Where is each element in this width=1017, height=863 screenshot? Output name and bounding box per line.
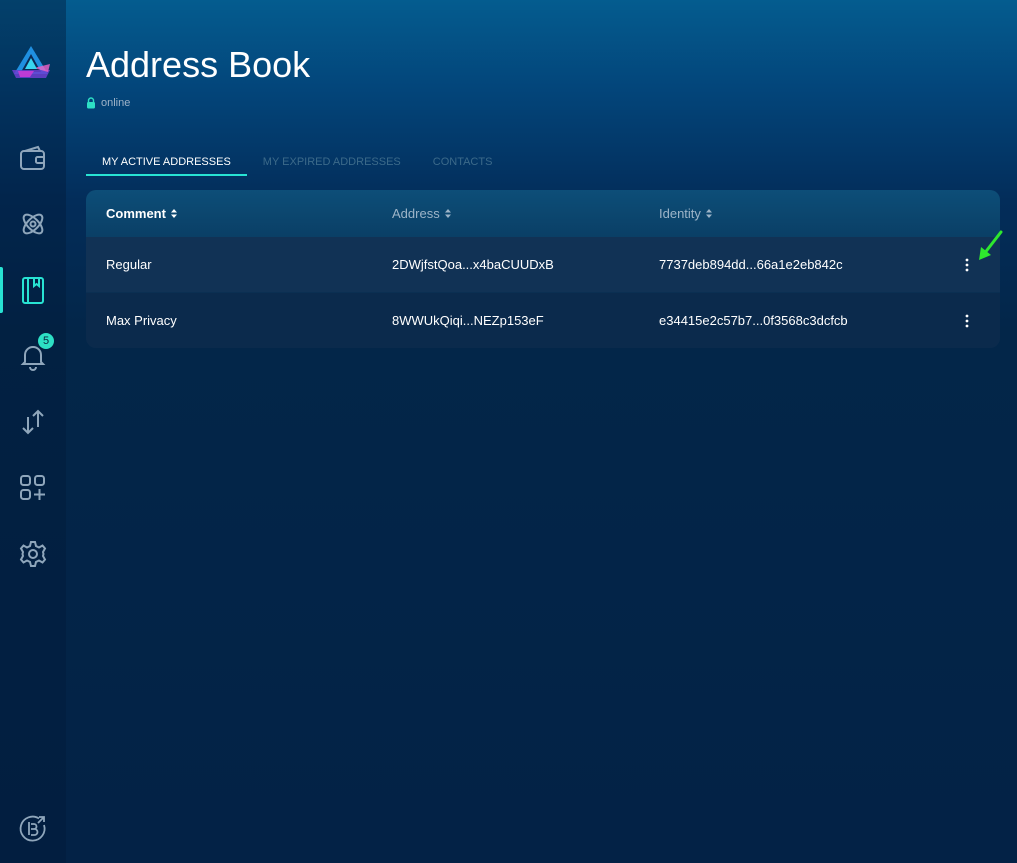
sort-icon — [444, 209, 451, 218]
comment-cell: Regular — [106, 257, 152, 272]
connection-status: online — [86, 97, 130, 109]
table-row[interactable]: Regular 2DWjfstQoa...x4baCUUDxB 7737deb8… — [86, 237, 1000, 292]
sidebar-item-notifications[interactable]: 5 — [0, 331, 66, 381]
tab-my-expired-addresses[interactable]: MY EXPIRED ADDRESSES — [247, 150, 417, 176]
identity-cell: 7737deb894dd...66a1e2eb842c — [659, 257, 843, 272]
tab-my-active-addresses[interactable]: MY ACTIVE ADDRESSES — [86, 150, 247, 176]
lock-icon — [87, 97, 95, 109]
sidebar: 5 — [0, 0, 66, 863]
sidebar-item-transfers[interactable] — [0, 397, 66, 447]
tab-contacts[interactable]: CONTACTS — [417, 150, 509, 176]
table-header: Comment Address Identity — [86, 190, 1000, 237]
sort-icon — [170, 209, 177, 218]
identity-cell: e34415e2c57b7...0f3568c3dcfcb — [659, 313, 848, 328]
notification-badge: 5 — [38, 333, 54, 349]
sidebar-item-wallet[interactable] — [0, 134, 66, 184]
sort-icon — [705, 209, 712, 218]
apps-plus-icon — [20, 475, 45, 500]
more-actions-button[interactable] — [960, 311, 974, 331]
gear-icon — [19, 541, 47, 567]
addresses-table: Comment Address Identity Regular 2DWjfst… — [86, 190, 1000, 348]
sidebar-item-settings[interactable] — [0, 529, 66, 579]
transfer-arrows-icon — [22, 409, 44, 435]
more-vertical-icon — [965, 258, 969, 272]
address-cell: 8WWUkQiqi...NEZp153eF — [392, 313, 544, 328]
address-cell: 2DWjfstQoa...x4baCUUDxB — [392, 257, 554, 272]
column-header-label: Identity — [659, 206, 701, 221]
column-header-address[interactable]: Address — [392, 206, 451, 221]
column-header-comment[interactable]: Comment — [106, 206, 177, 221]
beam-logo-icon[interactable] — [10, 44, 52, 82]
sidebar-item-explorer[interactable] — [0, 803, 66, 853]
wallet-icon — [20, 145, 45, 170]
status-text: online — [101, 97, 131, 109]
more-vertical-icon — [965, 314, 969, 328]
column-header-identity[interactable]: Identity — [659, 206, 712, 221]
column-header-label: Comment — [106, 206, 166, 221]
sidebar-item-address-book[interactable] — [0, 265, 66, 315]
comment-cell: Max Privacy — [106, 313, 177, 328]
beam-explorer-icon — [19, 815, 46, 842]
page-title: Address Book — [86, 44, 311, 85]
address-tabs: MY ACTIVE ADDRESSES MY EXPIRED ADDRESSES… — [86, 150, 508, 176]
column-header-label: Address — [392, 206, 440, 221]
sidebar-item-dapps[interactable] — [0, 199, 66, 249]
atom-icon — [22, 213, 44, 235]
more-actions-button[interactable] — [960, 255, 974, 275]
address-book-icon — [22, 277, 44, 304]
sidebar-item-apps[interactable] — [0, 463, 66, 513]
annotation-arrow-icon — [979, 230, 1003, 260]
table-row[interactable]: Max Privacy 8WWUkQiqi...NEZp153eF e34415… — [86, 293, 1000, 348]
